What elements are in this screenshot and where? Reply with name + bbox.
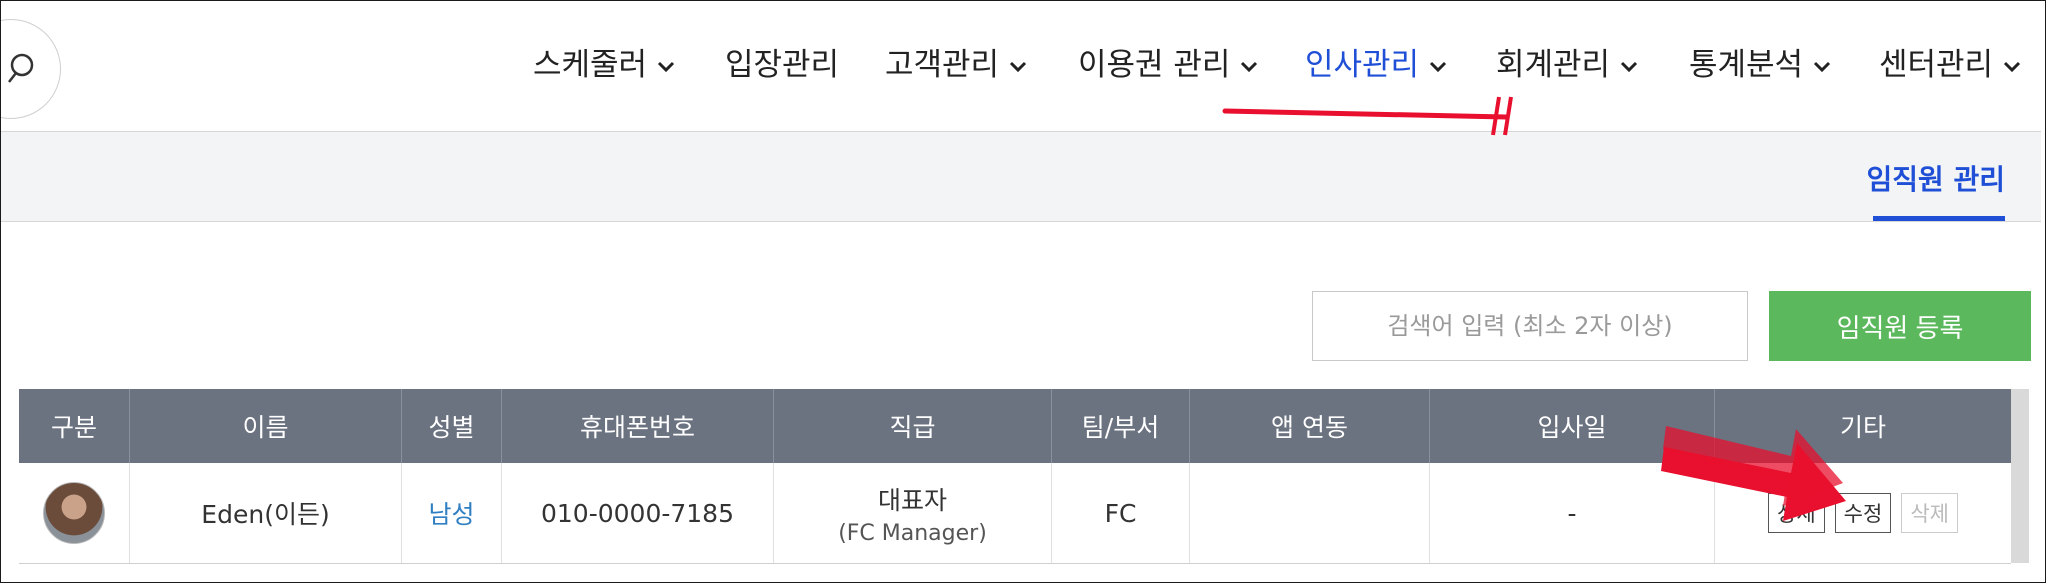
employee-phone: 010-0000-7185: [540, 498, 734, 528]
cell-gender: 남성: [402, 463, 502, 563]
chevron-down-icon: [1621, 61, 1638, 72]
cell-actions: 상세 수정 삭제: [1715, 463, 2011, 563]
search-icon: [8, 53, 34, 83]
employee-team: FC: [1104, 498, 1137, 528]
cell-join-date: -: [1430, 463, 1715, 563]
employee-rank: 대표자: [877, 485, 947, 515]
nav-item-hr[interactable]: 인사관리: [1305, 39, 1447, 83]
chevron-down-icon: [658, 61, 675, 72]
column-header-etc: 기타: [1839, 413, 1886, 442]
table-scrollbar[interactable]: [2011, 389, 2029, 563]
cell-type: [19, 463, 130, 563]
nav-item-label: 스케줄러: [533, 47, 648, 83]
employee-join-date: -: [1567, 498, 1577, 528]
cell-app-link: [1190, 463, 1430, 563]
top-navigation: 스케줄러 입장관리 고객관리 이용권 관리 인사관리 회계관리 통계분석 센터관…: [1, 1, 2041, 132]
register-employee-button[interactable]: 임직원 등록: [1769, 291, 2031, 361]
cell-rank: 대표자 (FC Manager): [774, 463, 1052, 563]
column-header-rank: 직급: [774, 389, 1052, 463]
search-button[interactable]: [1, 19, 61, 119]
nav-item-entry[interactable]: 입장관리: [725, 39, 839, 83]
column-header-name: 이름: [130, 389, 402, 463]
nav-item-label: 고객관리: [885, 47, 1000, 83]
nav-item-label: 인사관리: [1305, 47, 1420, 83]
chevron-down-icon: [1010, 61, 1027, 72]
nav-item-customers[interactable]: 고객관리: [885, 39, 1027, 83]
nav-item-label: 통계분석: [1689, 47, 1804, 83]
cell-name: Eden(이든): [130, 463, 402, 563]
table-row[interactable]: Eden(이든) 남성 010-0000-7185 대표자 (FC Manage…: [19, 463, 2011, 564]
nav-item-label: 입장관리: [725, 47, 840, 83]
nav-item-accounting[interactable]: 회계관리: [1496, 39, 1638, 83]
employee-gender: 남성: [428, 500, 475, 529]
tab-employee-management[interactable]: 임직원 관리: [1866, 158, 2005, 198]
sub-navigation: 임직원 관리: [1, 132, 2041, 222]
column-header-phone: 휴대폰번호: [502, 389, 774, 463]
cell-team: FC: [1052, 463, 1190, 563]
nav-item-scheduler[interactable]: 스케줄러: [533, 39, 675, 83]
nav-item-label: 이용권 관리: [1078, 47, 1231, 83]
employee-name: Eden(이든): [201, 500, 330, 529]
column-header-team: 팀/부서: [1052, 389, 1190, 463]
nav-item-label: 센터관리: [1879, 47, 1994, 83]
active-tab-indicator: [1873, 216, 2005, 221]
column-header-join-date: 입사일: [1430, 389, 1715, 463]
table-header: 구분 이름 성별 휴대폰번호 직급 팀/부서 앱 연동 입사일 기타: [19, 389, 2011, 463]
column-header-type: 구분: [19, 389, 130, 463]
column-header-app-link: 앱 연동: [1190, 389, 1430, 463]
nav-item-statistics[interactable]: 통계분석: [1689, 39, 1831, 83]
chevron-down-icon: [1430, 61, 1447, 72]
nav-item-label: 회계관리: [1496, 47, 1611, 83]
cell-phone: 010-0000-7185: [502, 463, 774, 563]
nav-item-center[interactable]: 센터관리: [1879, 39, 2021, 83]
nav-item-passes[interactable]: 이용권 관리: [1078, 39, 1258, 83]
chevron-down-icon: [1814, 61, 1831, 72]
detail-button[interactable]: 상세: [1768, 493, 1825, 533]
chevron-down-icon: [1241, 61, 1258, 72]
employee-rank-sub: (FC Manager): [838, 520, 987, 546]
edit-button[interactable]: 수정: [1834, 493, 1892, 533]
column-header-gender: 성별: [402, 389, 502, 463]
delete-button[interactable]: 삭제: [1901, 493, 1958, 533]
app-window: 스케줄러 입장관리 고객관리 이용권 관리 인사관리 회계관리 통계분석 센터관…: [0, 0, 2046, 583]
employee-search-input[interactable]: [1312, 291, 1748, 361]
chevron-down-icon: [2004, 61, 2021, 72]
avatar: [43, 482, 105, 544]
